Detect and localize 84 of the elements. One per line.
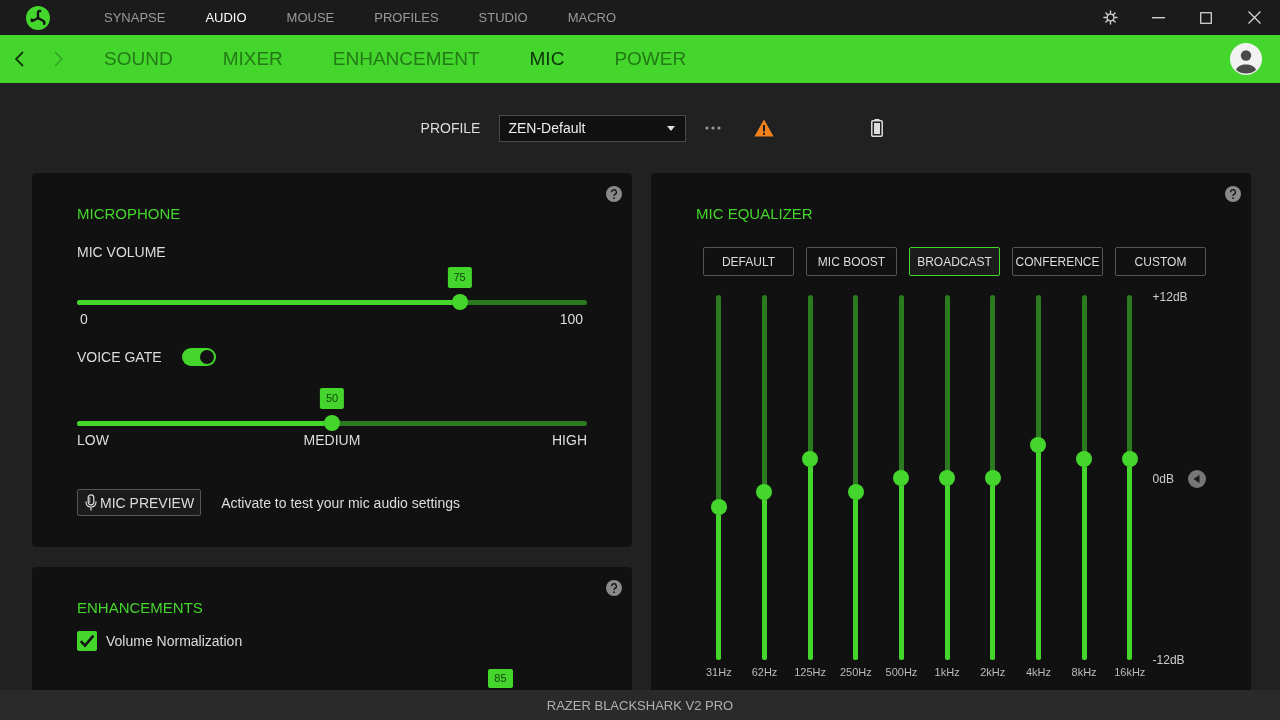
slider-track[interactable] bbox=[77, 299, 587, 305]
toggle-switch[interactable] bbox=[181, 348, 216, 366]
eq-slider-track[interactable] bbox=[1127, 295, 1133, 660]
slider-thumb[interactable] bbox=[939, 469, 956, 486]
frequency-label: 500Hz bbox=[885, 666, 918, 679]
section-title: MICROPHONE bbox=[77, 205, 182, 223]
field-label: VOICE GATE bbox=[77, 349, 162, 365]
preset-button[interactable]: MIC BOOST bbox=[806, 247, 897, 276]
profile-label: PROFILE bbox=[420, 120, 481, 136]
profile-dropdown[interactable]: ZEN-Default bbox=[499, 114, 687, 142]
battery-icon bbox=[871, 119, 884, 137]
eq-slider-track[interactable] bbox=[990, 295, 996, 660]
frequency-label: 125Hz bbox=[794, 666, 827, 679]
nav-tab[interactable]: STUDIO bbox=[478, 10, 528, 25]
close-icon bbox=[1247, 11, 1261, 24]
value-badge: 50 bbox=[319, 388, 345, 409]
value-badge: 85 bbox=[488, 669, 513, 688]
help-icon[interactable] bbox=[606, 580, 622, 596]
microphone-icon bbox=[85, 494, 97, 511]
mic-preview-button[interactable]: MIC PREVIEW bbox=[77, 489, 202, 516]
logo-icon bbox=[26, 5, 50, 30]
eq-slider-track[interactable] bbox=[716, 295, 722, 660]
nav-tab[interactable]: MOUSE bbox=[286, 10, 335, 25]
slider-thumb[interactable] bbox=[1030, 436, 1047, 453]
db-label: +12dB bbox=[1152, 290, 1188, 304]
frequency-label: 1kHz bbox=[934, 666, 960, 679]
eq-slider-track[interactable] bbox=[944, 295, 950, 660]
frequency-label: 4kHz bbox=[1025, 666, 1051, 679]
preset-button[interactable]: DEFAULT bbox=[703, 247, 794, 276]
checkbox-label: Volume Normalization bbox=[106, 633, 243, 649]
scale-label: 0 bbox=[80, 311, 88, 327]
slider-thumb[interactable] bbox=[893, 469, 910, 486]
slider-thumb[interactable] bbox=[984, 469, 1001, 486]
warning-icon bbox=[754, 119, 775, 137]
maximize-icon bbox=[1200, 11, 1212, 24]
nav-tab[interactable]: MACRO bbox=[567, 10, 617, 25]
scale-label: MEDIUM bbox=[303, 432, 361, 448]
sub-nav-tab[interactable]: MIC bbox=[529, 48, 565, 70]
slider-thumb[interactable] bbox=[802, 451, 819, 468]
eq-slider-track[interactable] bbox=[762, 295, 767, 660]
nav-tab[interactable]: SYNAPSE bbox=[104, 10, 166, 25]
slider-thumb[interactable] bbox=[1121, 451, 1138, 468]
slider-thumb[interactable] bbox=[324, 415, 340, 431]
eq-slider-track[interactable] bbox=[807, 295, 813, 660]
eq-slider-track[interactable] bbox=[1035, 295, 1041, 660]
nav-tab[interactable]: AUDIO bbox=[205, 10, 247, 25]
frequency-label: 250Hz bbox=[839, 666, 872, 679]
device-name: RAZER BLACKSHARK V2 PRO bbox=[546, 697, 734, 713]
slider-track[interactable] bbox=[77, 420, 587, 426]
eq-slider-track[interactable] bbox=[1081, 295, 1087, 660]
db-label: 0dB bbox=[1152, 471, 1174, 486]
frequency-label: 62Hz bbox=[751, 666, 778, 679]
slider-thumb[interactable] bbox=[1076, 451, 1093, 468]
slider-thumb[interactable] bbox=[847, 484, 864, 501]
scale-label: LOW bbox=[77, 432, 109, 448]
nav-tab[interactable]: PROFILES bbox=[374, 10, 439, 25]
preset-button[interactable]: CONFERENCE bbox=[1012, 247, 1103, 276]
preset-button[interactable]: BROADCAST bbox=[909, 247, 1000, 276]
more-icon[interactable] bbox=[705, 126, 722, 130]
frequency-label: 31Hz bbox=[706, 666, 732, 679]
gear-icon bbox=[1102, 10, 1118, 25]
avatar-icon[interactable] bbox=[1230, 43, 1262, 75]
slider-thumb[interactable] bbox=[451, 294, 468, 310]
section-title: MIC EQUALIZER bbox=[696, 205, 814, 223]
caret-icon bbox=[667, 125, 676, 131]
frequency-label: 8kHz bbox=[1071, 666, 1097, 679]
preset-button[interactable]: CUSTOM bbox=[1115, 247, 1206, 276]
eq-slider-track[interactable] bbox=[898, 295, 904, 660]
slider-thumb[interactable] bbox=[710, 498, 727, 515]
frequency-label: 2kHz bbox=[980, 666, 1006, 679]
frequency-label: 16kHz bbox=[1114, 666, 1146, 679]
minimize-icon bbox=[1151, 16, 1165, 19]
db-label: -12dB bbox=[1152, 653, 1185, 667]
checkbox[interactable] bbox=[77, 631, 97, 651]
help-icon[interactable] bbox=[606, 186, 622, 202]
slider-thumb[interactable] bbox=[756, 484, 773, 501]
eq-slider-track[interactable] bbox=[853, 295, 859, 660]
scale-label: 100 bbox=[559, 311, 583, 327]
value-badge: 75 bbox=[447, 267, 472, 288]
help-icon[interactable] bbox=[1225, 186, 1241, 202]
scale-label: HIGH bbox=[552, 432, 587, 448]
hint-text: Activate to test your mic audio settings bbox=[221, 494, 460, 511]
field-label: MIC VOLUME bbox=[77, 244, 167, 260]
section-title: ENHANCEMENTS bbox=[77, 599, 204, 617]
